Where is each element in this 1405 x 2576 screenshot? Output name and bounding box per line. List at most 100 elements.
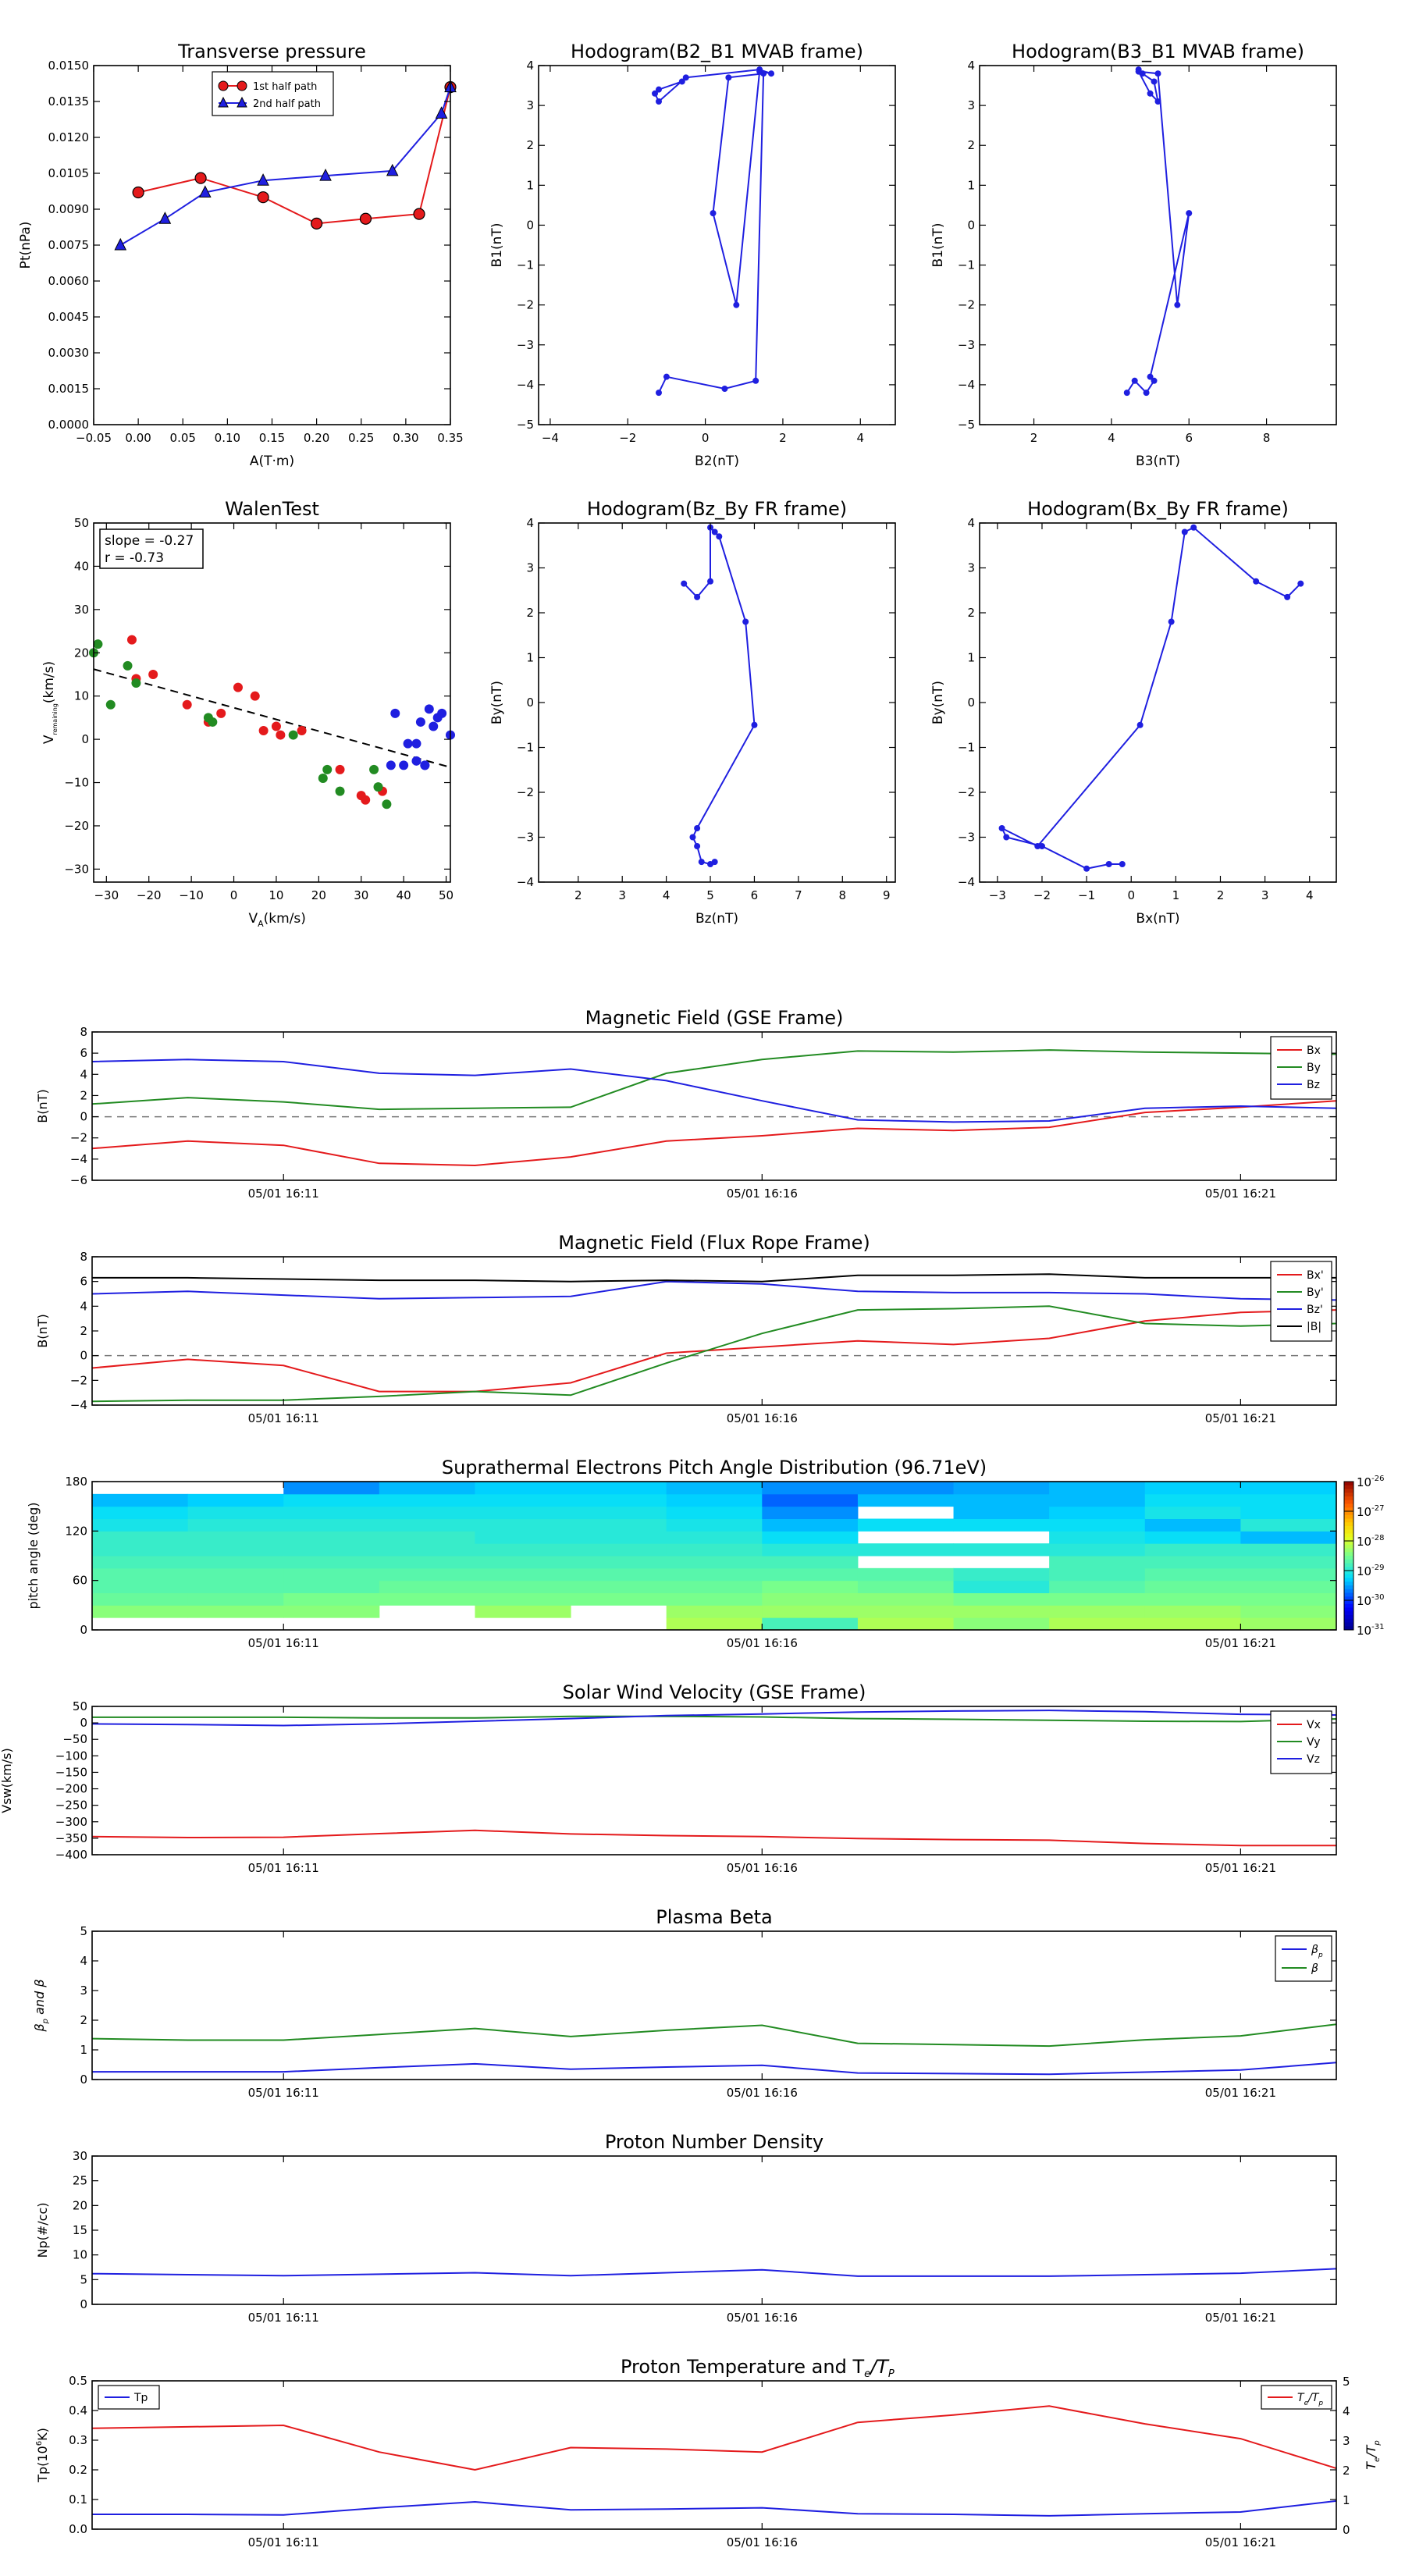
data-point bbox=[288, 730, 298, 740]
heatmap-cell bbox=[857, 1617, 955, 1631]
heatmap-cell bbox=[762, 1617, 859, 1631]
colorbar-cell bbox=[1344, 1552, 1353, 1557]
heatmap-cell bbox=[1049, 1493, 1146, 1507]
y-tick-label: 10 bbox=[73, 2248, 87, 2262]
hodogram-point bbox=[698, 859, 705, 866]
label-part: β bbox=[1311, 1962, 1318, 1975]
y-tick-label: 2 bbox=[526, 606, 534, 620]
legend-label: Bx bbox=[1307, 1044, 1321, 1057]
data-point bbox=[318, 773, 328, 783]
y-tick-label: −3 bbox=[958, 338, 975, 352]
heatmap-cell bbox=[379, 1482, 475, 1495]
heatmap-cell bbox=[187, 1493, 284, 1507]
heatmap-cell bbox=[666, 1592, 763, 1606]
colorbar-cell bbox=[1344, 1611, 1353, 1616]
hodogram-point bbox=[1119, 861, 1126, 867]
x-tick-label: 9 bbox=[883, 888, 891, 902]
heatmap-cell bbox=[666, 1506, 763, 1519]
label-part: 10 bbox=[1357, 1505, 1371, 1519]
heatmap-cell bbox=[953, 1605, 1050, 1618]
heatmap-cell bbox=[762, 1580, 859, 1593]
heatmap-cell bbox=[379, 1592, 475, 1606]
x-tick-label: −30 bbox=[94, 888, 119, 902]
x-tick-label: 2 bbox=[779, 431, 787, 445]
panel-title: Hodogram(B3_B1 MVAB frame) bbox=[1012, 41, 1304, 62]
colorbar-cell bbox=[1344, 1582, 1353, 1586]
time-panel-6: Proton Temperature and Te/TP05/01 16:11 0… bbox=[35, 2356, 1382, 2549]
heatmap-cell bbox=[92, 1543, 189, 1557]
hodogram-point bbox=[711, 859, 718, 866]
y-tick-label: 1 bbox=[80, 2043, 87, 2057]
heatmap-cell bbox=[571, 1567, 667, 1582]
x-tick-label: 5 bbox=[706, 888, 714, 902]
series-line-βp bbox=[92, 2062, 1337, 2076]
heatmap-cell bbox=[283, 1580, 380, 1593]
x-tick-label: −10 bbox=[179, 888, 204, 902]
colorbar-cell bbox=[1344, 1603, 1353, 1608]
time-panel-5: Proton Number Density 05/01 16:11 05/01 16… bbox=[35, 2131, 1337, 2325]
time-panel-2: Suprathermal Electrons Pitch Angle Distr… bbox=[26, 1457, 1384, 1650]
label-part: and β bbox=[32, 1979, 47, 2018]
x-tick-label: 20 bbox=[311, 888, 326, 902]
heatmap-cell bbox=[762, 1493, 859, 1507]
data-point bbox=[386, 760, 396, 770]
y-tick-label: −350 bbox=[55, 1831, 87, 1845]
time-panel-1: Magnetic Field (Flux Rope Frame) 05/01 16… bbox=[35, 1232, 1337, 1425]
y-axis-label: Tp(106K) bbox=[35, 2428, 50, 2483]
annotation-slope: slope = -0.27 bbox=[105, 533, 194, 549]
time-tick-label: 05/01 16:16 bbox=[727, 1636, 798, 1650]
heatmap-cell bbox=[92, 1531, 189, 1544]
x-tick-label: 1 bbox=[1172, 888, 1180, 902]
time-panel-3: Solar Wind Velocity (GSE Frame) 05/01 16:… bbox=[0, 1681, 1337, 1875]
x-tick-label: 10 bbox=[269, 888, 283, 902]
hodogram-point bbox=[1297, 580, 1304, 587]
y-axis-label: By(nT) bbox=[489, 681, 505, 724]
heatmap-cell bbox=[187, 1518, 284, 1532]
x-axis-label: B3(nT) bbox=[1136, 454, 1180, 469]
series-line-Vx bbox=[91, 1829, 1336, 1847]
y-tick-label: 0.1 bbox=[69, 2492, 87, 2507]
time-tick-label: 05/01 16:21 bbox=[1205, 1187, 1276, 1201]
data-point bbox=[361, 795, 371, 805]
hodogram-point bbox=[751, 721, 758, 728]
series-line-Tp bbox=[92, 2500, 1337, 2517]
x-tick-label: 4 bbox=[857, 431, 865, 445]
top-panel-2: Hodogram(B3_B1 MVAB frame) 2 4 6 8 −5 −4 −3 −2 −1… bbox=[930, 41, 1337, 469]
panel-title: Hodogram(B2_B1 MVAB frame) bbox=[571, 41, 863, 62]
heatmap-cell bbox=[379, 1543, 475, 1557]
y-tick-label: 0 bbox=[526, 218, 534, 232]
y-tick-label: 3 bbox=[967, 561, 975, 575]
x-tick-label: 4 bbox=[1108, 431, 1115, 445]
heatmap-cell bbox=[379, 1518, 475, 1532]
y-tick-label: 50 bbox=[74, 516, 89, 530]
hodogram-point bbox=[1168, 618, 1175, 625]
y-tick-label: 0.3 bbox=[69, 2433, 87, 2447]
y-tick-label: 0.0030 bbox=[48, 346, 90, 360]
x-tick-label: 2 bbox=[574, 888, 582, 902]
y-axis-label: Pt(nPa) bbox=[18, 222, 34, 269]
y-tick-label: 4 bbox=[80, 1067, 87, 1081]
colorbar-cell bbox=[1344, 1526, 1353, 1531]
data-point bbox=[311, 217, 323, 229]
heatmap-cell bbox=[187, 1592, 284, 1606]
heatmap-cell bbox=[92, 1493, 189, 1507]
colorbar-cell bbox=[1344, 1563, 1353, 1567]
data-point bbox=[369, 764, 379, 774]
legend-marker bbox=[218, 80, 229, 91]
y-tick-label: 0.0105 bbox=[48, 166, 90, 180]
label-part: β bbox=[1311, 1944, 1318, 1956]
plot-frame bbox=[93, 65, 451, 425]
heatmap-cell bbox=[475, 1580, 571, 1593]
data-point bbox=[114, 237, 127, 251]
time-tick-label: 05/01 16:11 bbox=[248, 1636, 319, 1650]
hodogram-point bbox=[725, 74, 732, 81]
heatmap-cell bbox=[1049, 1605, 1146, 1618]
heatmap-cell bbox=[571, 1531, 667, 1544]
y-tick-label: 20 bbox=[73, 2198, 87, 2212]
y-tick-label: −3 bbox=[517, 831, 534, 845]
y-tick-label: −2 bbox=[517, 785, 534, 799]
label-part: K) bbox=[35, 2428, 50, 2441]
legend-label: β bbox=[1311, 1962, 1318, 1975]
panel-title: Plasma Beta bbox=[656, 1906, 772, 1928]
heatmap-cell bbox=[379, 1556, 475, 1569]
